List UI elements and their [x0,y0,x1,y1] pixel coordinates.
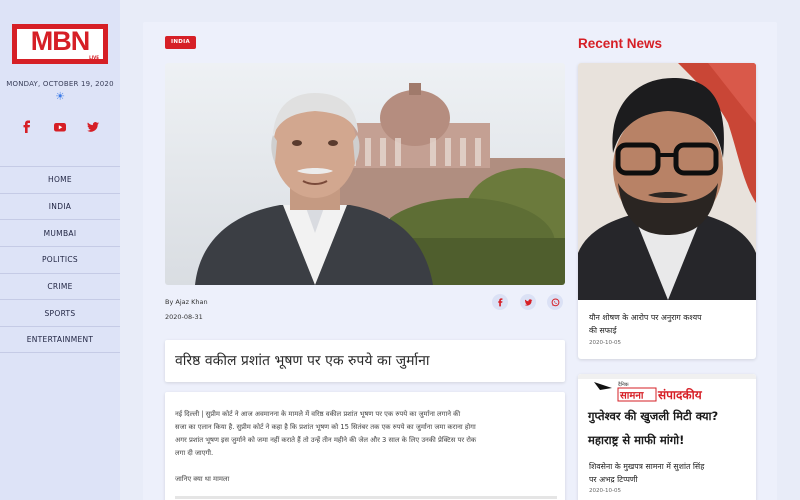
logo-text: MBN [30,26,91,56]
recent-news-image [578,63,756,300]
recent-news-card[interactable]: दैनिक सामना संपादकीय गुप्तेश्वर की खुजली… [578,374,756,500]
nav-item-crime[interactable]: CRIME [0,272,120,300]
headline-line: की सफाई [589,326,617,335]
headline-box: वरिष्ठ वकील प्रशांत भूषण पर एक रुपये का … [165,340,565,382]
nav-label: MUMBAI [43,228,77,238]
nav-label: ENTERTAINMENT [26,334,94,344]
recent-news-date: 2020-10-05 [589,340,621,346]
article-subheading: जानिए क्या था मामला [175,475,230,483]
facebook-icon[interactable] [20,120,34,134]
sidebar: MBN LIVE MONDAY, OCTOBER 19, 2020 ☀ HOME… [0,0,120,500]
headline-line: शिवसेना के मुखपत्र सामना में सुशांत सिंह [589,462,705,471]
share-whatsapp-button[interactable] [547,294,563,310]
recent-news-title: Recent News [578,36,663,51]
nav-label: INDIA [48,202,72,212]
image-line2: महाराष्ट्र से माफी मांगो! [587,433,684,447]
paragraph-line: नई दिल्ली | सुप्रीम कोर्ट ने आज अवमानना … [175,410,461,418]
article-author[interactable]: By Ajaz Khan [165,298,208,306]
article-headline: वरिष्ठ वकील प्रशांत भूषण पर एक रुपये का … [175,353,430,369]
recent-news-card[interactable]: यौन शोषण के आरोप पर अनुराग कश्यप की सफाई… [578,63,756,359]
nav-label: CRIME [47,282,73,292]
recent-news-image: दैनिक सामना संपादकीय गुप्तेश्वर की खुजली… [578,374,756,454]
nav-label: SPORTS [44,308,76,318]
twitter-icon[interactable] [86,120,100,134]
paragraph-line: लगा दी जाएगी. [175,449,214,457]
nav-item-home[interactable]: HOME [0,166,120,193]
facebook-icon [497,297,502,306]
nav-item-india[interactable]: INDIA [0,192,120,220]
twitter-icon [524,298,532,306]
share-facebook-button[interactable] [492,294,508,310]
image-column: संपादकीय [657,388,703,402]
headline-line: पर अभद्र टिप्पणी [589,475,638,484]
weather-sun-icon: ☀ [55,90,65,103]
text-cutoff [175,496,557,499]
nav-label: POLITICS [41,255,78,265]
headline-line: यौन शोषण के आरोप पर अनुराग कश्यप [589,313,702,322]
main-nav: HOME INDIA MUMBAI POLITICS CRIME SPORTS … [0,166,120,353]
nav-item-mumbai[interactable]: MUMBAI [0,219,120,246]
category-tag[interactable]: INDIA [165,36,197,49]
article-body: नई दिल्ली | सुप्रीम कोर्ट ने आज अवमानना … [165,392,565,500]
image-brand-small: दैनिक [618,381,629,388]
current-date: MONDAY, OCTOBER 19, 2020 [6,80,114,88]
whatsapp-icon [551,297,559,306]
youtube-icon[interactable] [53,120,67,134]
paragraph-line: सजा का एलान किया है. सुप्रीम कोर्ट ने कह… [175,423,476,431]
image-line1: गुप्तेश्वर की खुजली मिटी क्या? [587,409,718,424]
nav-item-sports[interactable]: SPORTS [0,299,120,326]
paragraph-line: अगर प्रशांत भूषण इस जुर्माने को जमा नहीं… [175,436,477,444]
nav-item-entertainment[interactable]: ENTERTAINMENT [0,326,120,353]
article-date: 2020-08-31 [165,313,203,321]
recent-news-headline: यौन शोषण के आरोप पर अनुराग कश्यप की सफाई [589,311,749,337]
share-twitter-button[interactable] [520,294,536,310]
site-logo[interactable]: MBN LIVE [12,24,108,64]
nav-item-politics[interactable]: POLITICS [0,246,120,273]
article-hero-image [165,63,565,285]
recent-news-date: 2020-10-05 [589,488,621,494]
article-paragraph: नई दिल्ली | सुप्रीम कोर्ट ने आज अवमानना … [175,408,557,460]
image-brand: सामना [619,391,644,402]
nav-label: HOME [48,175,72,185]
recent-news-headline: शिवसेना के मुखपत्र सामना में सुशांत सिंह… [589,460,749,486]
logo-sub: LIVE [89,55,99,60]
